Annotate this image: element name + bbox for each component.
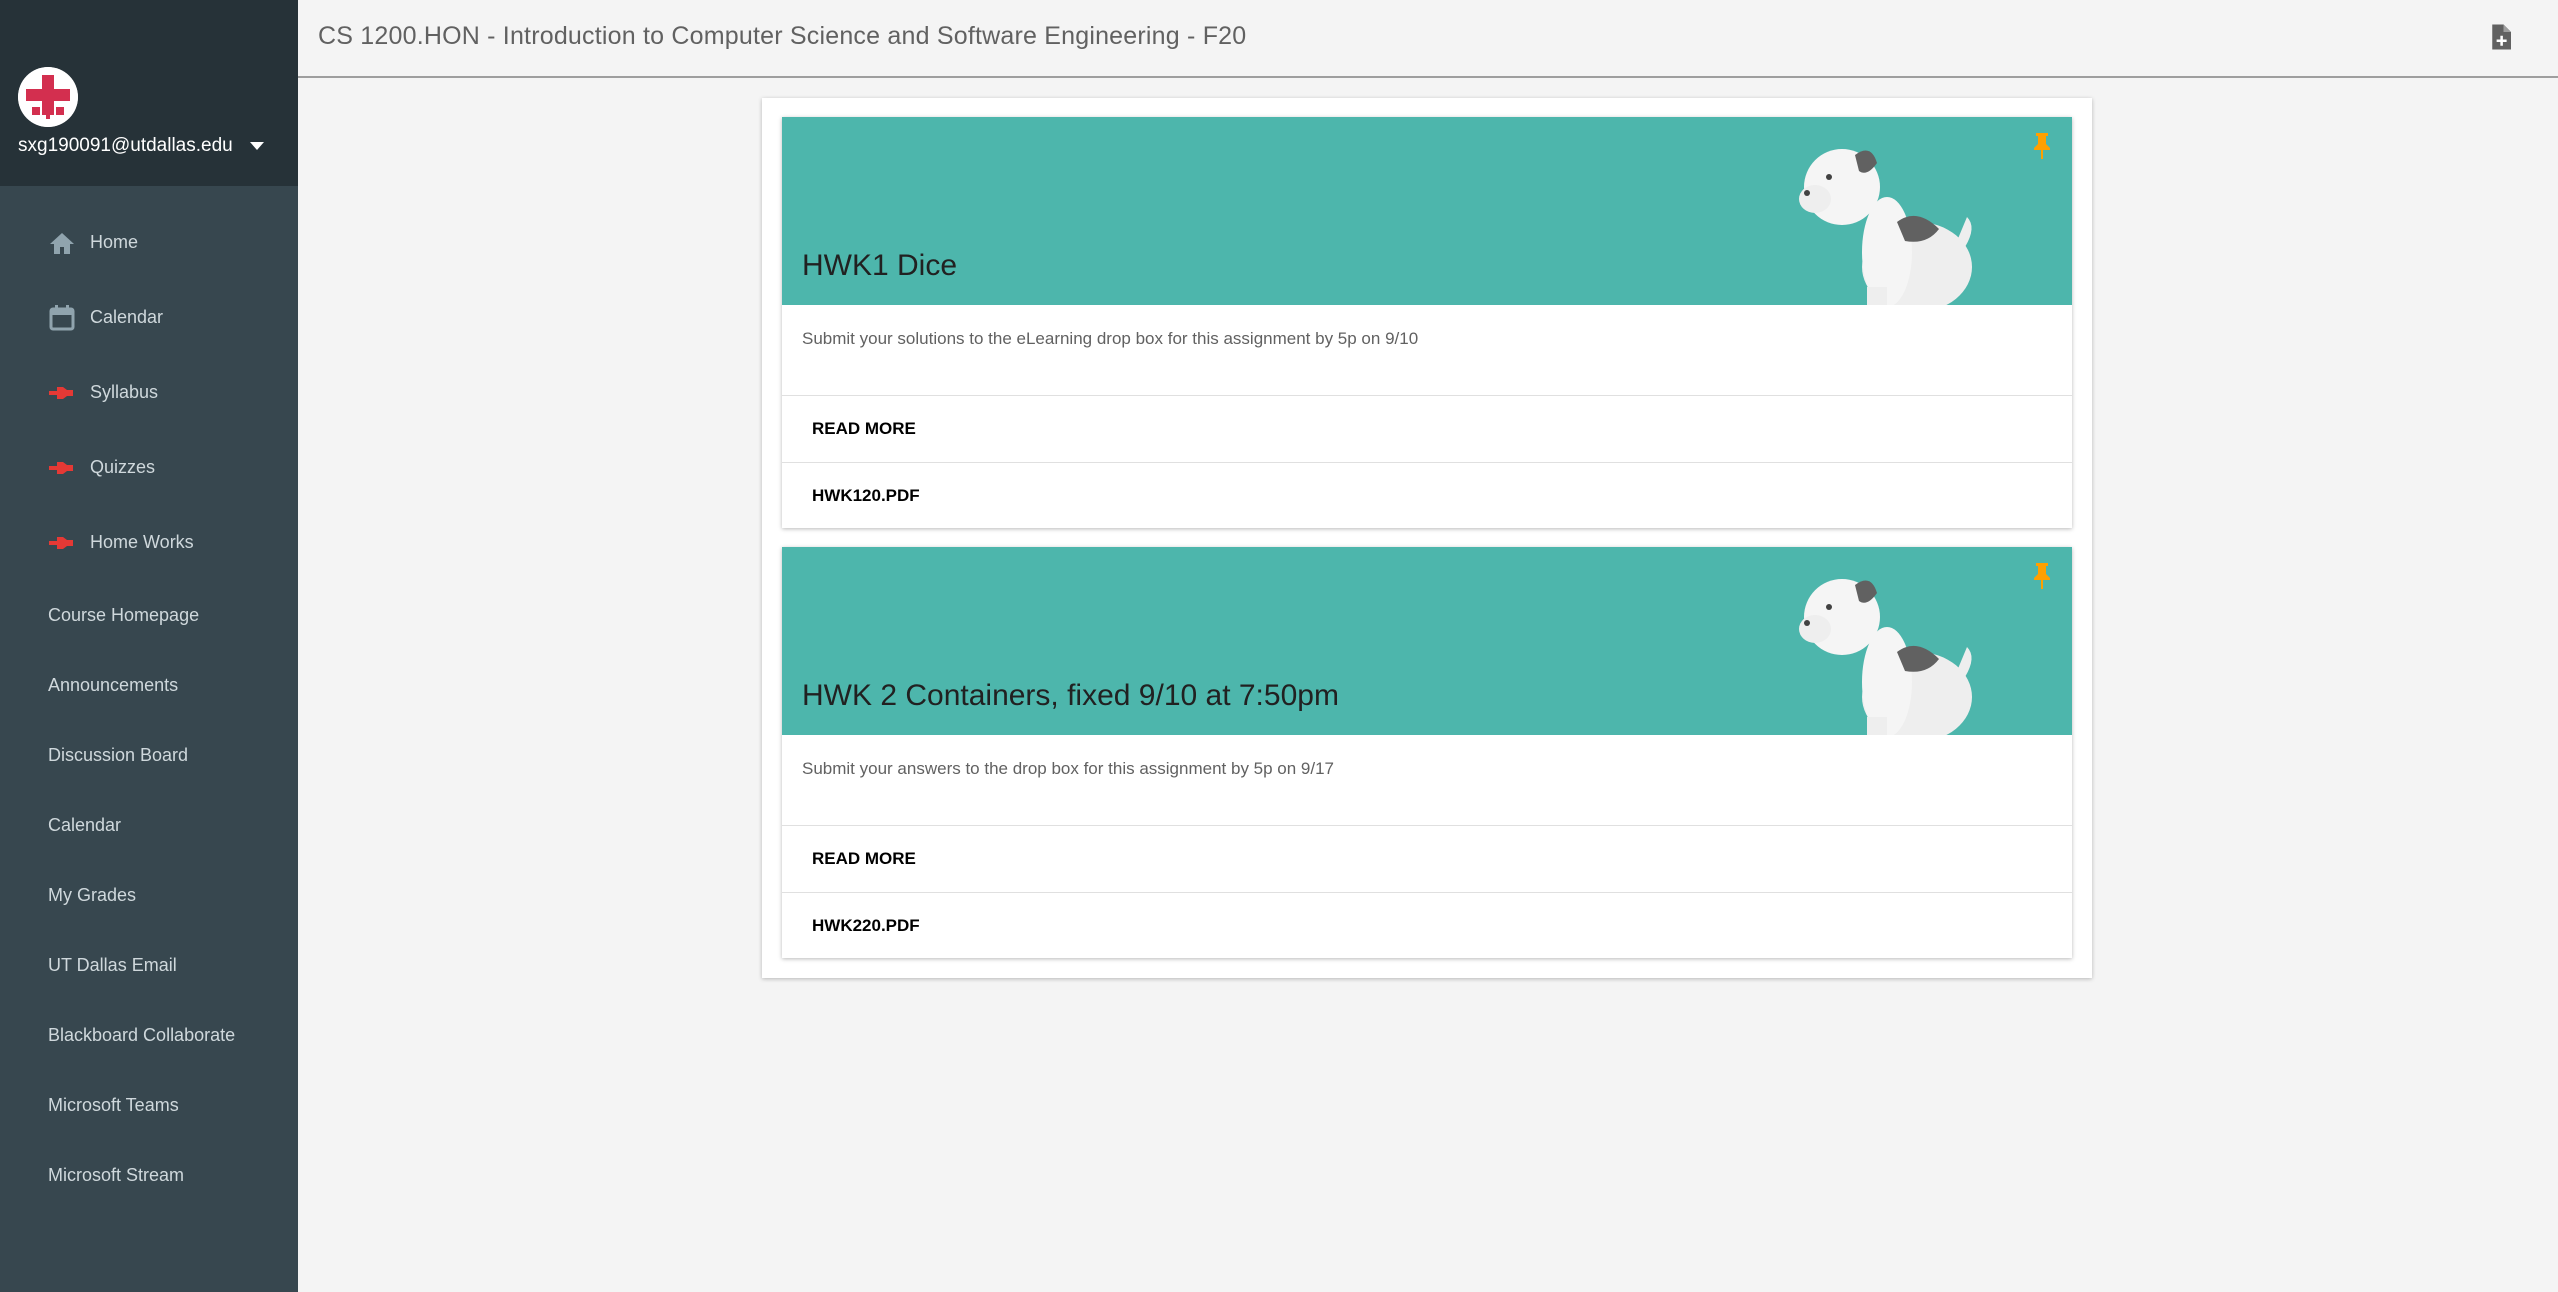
card-banner: HWK 2 Containers, fixed 9/10 at 7:50pm <box>782 547 2072 735</box>
card-title: HWK1 Dice <box>802 249 958 282</box>
card-description: Submit your answers to the drop box for … <box>782 735 2072 826</box>
pin-icon[interactable] <box>2030 131 2054 159</box>
sidebar-item-quizzes[interactable]: Quizzes <box>0 430 298 505</box>
puppy-illustration <box>1799 149 1972 305</box>
sidebar-link-microsoft-stream[interactable]: Microsoft Stream <box>0 1140 298 1210</box>
account-dropdown-icon[interactable] <box>250 142 264 150</box>
sidebar-link-blackboard-collaborate[interactable]: Blackboard Collaborate <box>0 1000 298 1070</box>
sidebar-link-utd-email[interactable]: UT Dallas Email <box>0 930 298 1000</box>
red-pin-icon <box>48 454 76 482</box>
puppy-illustration <box>1799 579 1972 735</box>
top-bar: CS 1200.HON - Introduction to Computer S… <box>298 0 2558 78</box>
assignment-card: HWK 2 Containers, fixed 9/10 at 7:50pm S… <box>782 547 2072 958</box>
sidebar-item-syllabus[interactable]: Syllabus <box>0 355 298 430</box>
red-cross-logo-icon <box>18 67 78 127</box>
sidebar-item-label: Home <box>90 232 139 252</box>
sidebar-link-discussion-board[interactable]: Discussion Board <box>0 720 298 790</box>
account-email[interactable]: sxg190091@utdallas.edu <box>18 135 233 157</box>
sidebar-link-course-homepage[interactable]: Course Homepage <box>0 580 298 650</box>
sidebar-item-home-works[interactable]: Home Works <box>0 505 298 580</box>
read-more-button[interactable]: READ MORE <box>782 396 2072 462</box>
home-icon <box>48 229 76 257</box>
sidebar: sxg190091@utdallas.edu Home Calendar Syl… <box>0 0 298 1292</box>
avatar[interactable] <box>18 67 78 127</box>
sidebar-item-label: Calendar <box>90 307 164 327</box>
sidebar-course-links: Course Homepage Announcements Discussion… <box>0 580 298 1210</box>
pin-icon[interactable] <box>2030 561 2054 589</box>
red-pin-icon <box>48 379 76 407</box>
attachment-link[interactable]: HWK120.PDF <box>782 462 2072 528</box>
red-pin-icon <box>48 529 76 557</box>
assignments-panel: HWK1 Dice Submit your solutions to the e… <box>762 98 2092 978</box>
card-title: HWK 2 Containers, fixed 9/10 at 7:50pm <box>802 679 1339 712</box>
sidebar-link-my-grades[interactable]: My Grades <box>0 860 298 930</box>
sidebar-main-nav: Home Calendar Syllabus Quizzes Home Work… <box>0 205 298 580</box>
account-header: sxg190091@utdallas.edu <box>0 0 298 186</box>
sidebar-item-label: Quizzes <box>90 457 156 477</box>
sidebar-item-calendar[interactable]: Calendar <box>0 280 298 355</box>
sidebar-item-label: Syllabus <box>90 382 159 402</box>
assignment-card: HWK1 Dice Submit your solutions to the e… <box>782 117 2072 528</box>
page-title: CS 1200.HON - Introduction to Computer S… <box>318 22 1247 50</box>
attachment-link[interactable]: HWK220.PDF <box>782 892 2072 958</box>
sidebar-item-home[interactable]: Home <box>0 205 298 280</box>
card-banner: HWK1 Dice <box>782 117 2072 305</box>
card-description: Submit your solutions to the eLearning d… <box>782 305 2072 396</box>
sidebar-item-label: Home Works <box>90 532 194 552</box>
sidebar-link-microsoft-teams[interactable]: Microsoft Teams <box>0 1070 298 1140</box>
sidebar-link-announcements[interactable]: Announcements <box>0 650 298 720</box>
calendar-icon <box>48 304 76 332</box>
sidebar-link-calendar[interactable]: Calendar <box>0 790 298 860</box>
add-document-icon[interactable] <box>2486 22 2516 52</box>
read-more-button[interactable]: READ MORE <box>782 826 2072 892</box>
